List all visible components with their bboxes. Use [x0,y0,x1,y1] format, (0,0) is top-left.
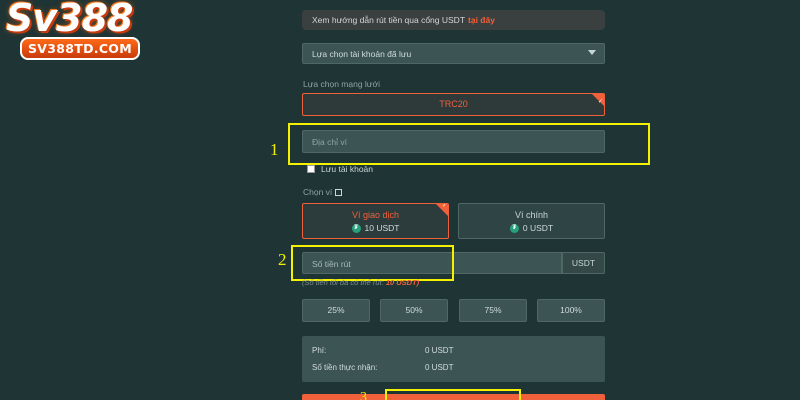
step1-highlight-box [288,123,650,165]
save-account-checkbox-row[interactable]: Lưu tài khoản [307,164,373,174]
brand-logo[interactable]: Sv388 SV388TD.COM [4,0,184,62]
max-withdraw-note: (Số tiền tối đa có thể rút: 10 USDT) [302,278,419,287]
save-account-label: Lưu tài khoản [321,164,374,174]
fee-label: Phí: [312,346,327,355]
wallet-option-name: Ví giao dịch [351,210,400,220]
wallet-option-name: Ví chính [514,210,549,220]
save-account-checkbox[interactable] [307,165,315,173]
wallet-select-label: Chọn ví [303,187,343,197]
percent-75-button[interactable]: 75% [459,299,527,322]
amount-unit-label: USDT [562,252,605,274]
fee-value: 0 USDT [425,346,454,355]
network-option-label: TRC20 [439,99,468,109]
fee-summary-box: Phí: 0 USDT Số tiền thực nhận: 0 USDT [302,336,605,382]
step2-highlight-box [291,245,454,281]
step3-number: 3 [360,390,367,400]
chevron-down-icon [588,50,596,55]
network-option-trc20[interactable]: TRC20 ✓ [302,93,605,116]
percent-100-button[interactable]: 100% [537,299,605,322]
percent-25-button[interactable]: 25% [302,299,370,322]
wallet-option-amount-row: ₮ 0 USDT [459,223,604,233]
logo-domain-badge: SV388TD.COM [20,37,140,60]
wallet-option-amount: 10 USDT [364,223,400,233]
notice-link[interactable]: tại đây [468,15,495,25]
max-withdraw-label: (Số tiền tối đa có thể rút: [302,278,384,287]
saved-account-select[interactable]: Lựa chọn tài khoản đã lưu [302,43,605,64]
step2-number: 2 [278,250,287,269]
wallet-option-main[interactable]: Ví chính ₮ 0 USDT [458,203,605,239]
check-icon: ✓ [441,203,447,209]
withdraw-guide-notice: Xem hướng dẫn rút tiền qua cổng USDT tại … [302,10,605,30]
notice-text: Xem hướng dẫn rút tiền qua cổng USDT [312,15,466,25]
wallet-info-icon [335,189,343,196]
tether-icon: ₮ [509,223,519,233]
received-value: 0 USDT [425,363,454,372]
saved-account-select-value: Lựa chọn tài khoản đã lưu [312,49,412,59]
percent-50-button[interactable]: 50% [380,299,448,322]
wallet-option-amount-row: ₮ 10 USDT [303,223,448,233]
step1-number: 1 [270,140,279,159]
wallet-option-amount: 0 USDT [522,223,554,233]
max-withdraw-value: 10 USDT) [385,278,420,287]
check-icon: ✓ [597,99,603,105]
step3-highlight-box [385,389,521,400]
network-label: Lựa chọn mạng lưới [303,79,380,89]
tether-icon: ₮ [351,223,361,233]
logo-main-text: Sv388 [6,0,133,40]
wallet-option-trading[interactable]: Ví giao dịch ₮ 10 USDT ✓ [302,203,449,239]
wallet-select-label-text: Chọn ví [303,187,333,197]
received-label: Số tiền thực nhận: [312,363,378,372]
